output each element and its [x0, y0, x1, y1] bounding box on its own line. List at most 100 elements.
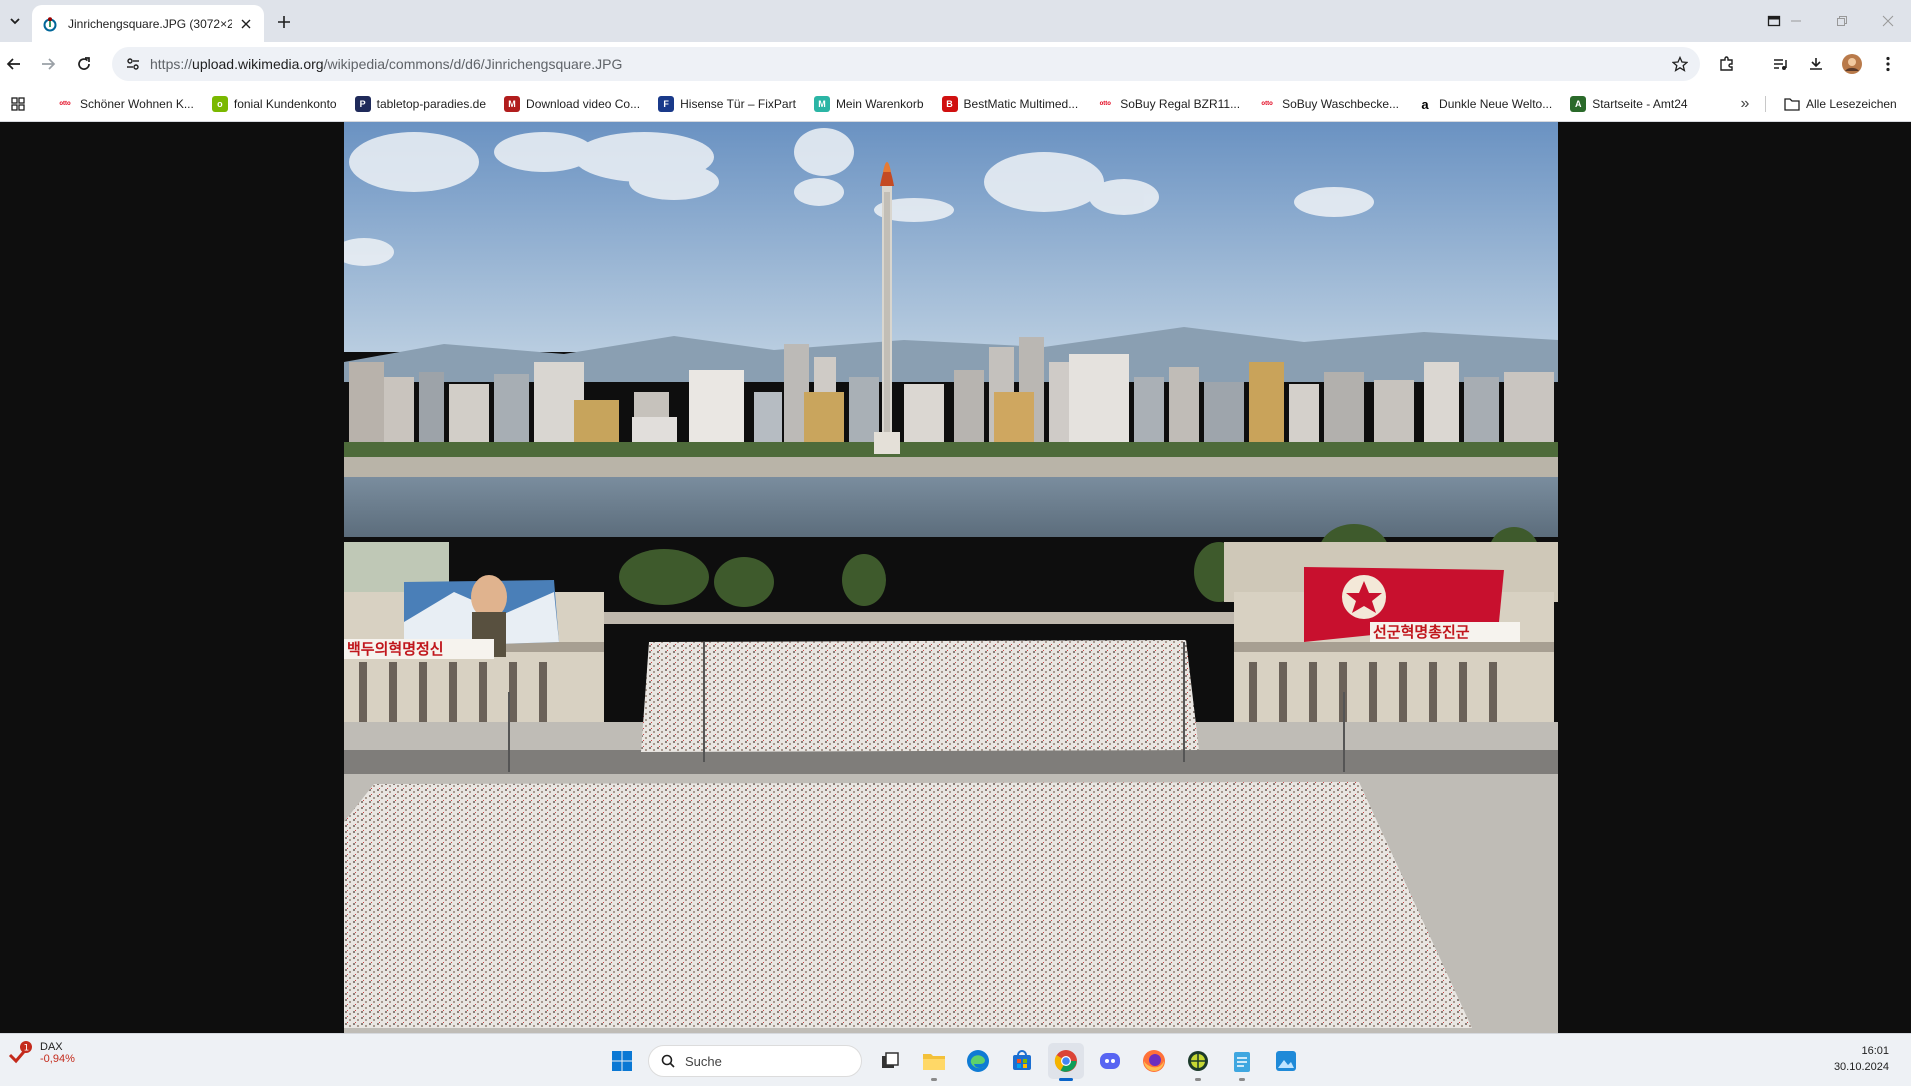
- downloads-button[interactable]: [1802, 50, 1830, 78]
- right-building: 선군혁명총진군: [1224, 542, 1558, 732]
- start-button[interactable]: [604, 1043, 640, 1079]
- apps-button[interactable]: [8, 94, 28, 114]
- file-explorer-button[interactable]: [916, 1043, 952, 1081]
- download-icon: [1810, 58, 1822, 70]
- url-text: https://upload.wikimedia.org/wikipedia/c…: [150, 56, 622, 72]
- new-tab-button[interactable]: [272, 10, 296, 34]
- close-icon: [1882, 15, 1894, 27]
- profile-avatar[interactable]: [1838, 50, 1866, 78]
- queue-music-icon: [1774, 59, 1787, 70]
- bookmark-label: fonial Kundenkonto: [233, 97, 337, 111]
- restore-icon: [1837, 16, 1847, 26]
- url-path: /wikipedia/commons/d/d6/Jinrichengsquare…: [323, 56, 623, 72]
- task-view-button[interactable]: [872, 1043, 908, 1079]
- running-indicator: [1239, 1078, 1245, 1081]
- running-indicator: [931, 1078, 937, 1081]
- puzzle-icon: [1720, 56, 1733, 71]
- all-bookmarks-button[interactable]: Alle Lesezeichen: [1784, 86, 1897, 122]
- all-bookmarks-label: Alle Lesezeichen: [1806, 97, 1897, 111]
- bookmark-label: Download video Co...: [526, 97, 641, 111]
- otto-icon: otto: [59, 101, 71, 107]
- bookmark-list: otto Schöner Wohnen K... o fonial Kundenkon…: [56, 86, 1706, 122]
- url-scheme: https://: [150, 56, 193, 72]
- taskbar-search[interactable]: Suche: [648, 1045, 862, 1077]
- media-controls-button[interactable]: [1766, 50, 1794, 78]
- search-placeholder: Suche: [685, 1053, 722, 1069]
- restore-button[interactable]: [1822, 8, 1862, 34]
- otto-icon: otto: [1261, 101, 1273, 107]
- bookmark-label: Startseite - Amt24: [1592, 97, 1688, 111]
- displayed-image[interactable]: 백두의혁명정신 선군혁명총진군: [344, 122, 1558, 1033]
- bookmark-star-button[interactable]: [1668, 52, 1692, 76]
- kebab-menu-icon: [1886, 56, 1890, 72]
- amt24-icon: A: [1570, 96, 1587, 112]
- bookmark-item[interactable]: Ptabletop-paradies.de: [354, 96, 487, 112]
- bookmark-label: Hisense Tür – FixPart: [680, 97, 796, 111]
- folder-icon: [923, 1054, 945, 1070]
- firefox-icon: [1143, 1050, 1165, 1072]
- tab-close-icon[interactable]: [238, 16, 254, 32]
- reload-button[interactable]: [70, 50, 98, 78]
- otto-icon: otto: [1099, 101, 1111, 107]
- firefox-button[interactable]: [1136, 1043, 1172, 1079]
- running-indicator: [1059, 1078, 1073, 1081]
- app-globe-button[interactable]: [1180, 1043, 1216, 1081]
- bookmark-item[interactable]: otto Schöner Wohnen K...: [56, 96, 194, 112]
- bookmark-item[interactable]: M Mein Warenkorb: [813, 96, 924, 112]
- notepad-button[interactable]: [1224, 1043, 1260, 1081]
- bookmark-item[interactable]: o fonial Kundenkonto: [211, 96, 337, 112]
- folder-icon: [1784, 98, 1800, 111]
- url-host: upload.wikimedia.org: [192, 56, 324, 72]
- bookmark-item[interactable]: a Dunkle Neue Welto...: [1417, 96, 1552, 112]
- stock-chart-icon: 1: [8, 1041, 34, 1067]
- extensions-button[interactable]: [1713, 50, 1741, 78]
- stock-widget[interactable]: 1 DAX -0,94%: [8, 1041, 75, 1067]
- bookmark-label: SoBuy Waschbecke...: [1282, 97, 1400, 111]
- notepad-icon: [1234, 1052, 1250, 1072]
- tab-search-button[interactable]: [4, 10, 26, 32]
- edge-button[interactable]: [960, 1043, 996, 1079]
- fixpart-icon: F: [658, 96, 675, 112]
- browser-toolbar: https://upload.wikimedia.org/wikipedia/c…: [0, 42, 1911, 86]
- photos-button[interactable]: [1268, 1043, 1304, 1079]
- back-button[interactable]: [0, 50, 28, 78]
- bookmark-label: Schöner Wohnen K...: [80, 97, 194, 111]
- chrome-icon: [1054, 1050, 1077, 1072]
- forward-button[interactable]: [34, 50, 62, 78]
- image-viewer: 백두의혁명정신 선군혁명총진군: [0, 122, 1911, 1033]
- bookmark-label: SoBuy Regal BZR11...: [1120, 97, 1241, 111]
- task-view-icon: [882, 1052, 899, 1068]
- download-video-icon: M: [504, 96, 521, 112]
- bookmarks-bar: otto Schöner Wohnen K... o fonial Kundenkon…: [0, 86, 1911, 122]
- taskbar-apps: Suche: [604, 1042, 1312, 1081]
- close-window-button[interactable]: [1868, 8, 1908, 34]
- bookmark-item[interactable]: otto SoBuy Regal BZR11...: [1096, 96, 1241, 112]
- bookmark-item[interactable]: F Hisense Tür – FixPart: [658, 96, 796, 112]
- site-info-icon[interactable]: [116, 47, 150, 81]
- bookmark-item[interactable]: otto SoBuy Waschbecke...: [1258, 96, 1399, 112]
- discord-button[interactable]: [1092, 1043, 1128, 1079]
- left-building: 백두의혁명정신: [344, 542, 604, 742]
- bookmark-label: tabletop-paradies.de: [376, 97, 487, 111]
- bookmark-item[interactable]: B BestMatic Multimed...: [941, 96, 1079, 112]
- address-bar[interactable]: https://upload.wikimedia.org/wikipedia/c…: [112, 47, 1700, 81]
- discord-icon: [1100, 1053, 1120, 1069]
- chrome-button[interactable]: [1048, 1043, 1084, 1081]
- bookmark-item[interactable]: M Download video Co...: [504, 96, 640, 112]
- clock-time: 16:01: [1861, 1045, 1889, 1057]
- menu-button[interactable]: [1874, 50, 1902, 78]
- bookmark-label: BestMatic Multimed...: [963, 97, 1079, 111]
- warenkorb-icon: M: [813, 96, 830, 112]
- clock-date: 30.10.2024: [1833, 1061, 1889, 1073]
- tab-active[interactable]: Jinrichengsquare.JPG (3072×23: [32, 5, 264, 42]
- bookmarks-overflow-button[interactable]: »: [1735, 94, 1755, 114]
- minimize-button[interactable]: [1776, 8, 1816, 34]
- crowd-upper: [641, 640, 1199, 752]
- system-clock[interactable]: 16:01 30.10.2024: [1834, 1043, 1889, 1075]
- store-button[interactable]: [1004, 1043, 1040, 1079]
- amazon-icon: a: [1417, 96, 1434, 112]
- kim-il-sung-square-photo: 백두의혁명정신 선군혁명총진군: [344, 122, 1558, 1033]
- bookmark-item[interactable]: A Startseite - Amt24: [1570, 96, 1688, 112]
- avatar-icon: [1842, 54, 1862, 74]
- tab-strip: Jinrichengsquare.JPG (3072×23: [0, 0, 1911, 42]
